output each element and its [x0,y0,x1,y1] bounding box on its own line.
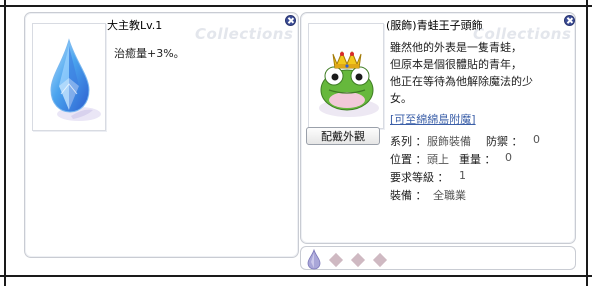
prop-weight-value: 0 [505,151,512,164]
prop-job-text: 全職業 [433,189,466,202]
item-image-box [308,23,384,129]
prop-job-value: 全職業 [433,187,466,203]
prop-level-label: 要求等級 ： [390,171,449,184]
prop-level-text: 1 [459,169,466,182]
item-description: 雖然他的外表是一隻青蛙， 但原本是個很體貼的青年， 他正在等待為他解除魔法的少 … [390,39,533,107]
skill-info-window: Collections 大主教Lv.1 治癒量+3%。 [24,12,299,258]
prop-location-value: 頭上 [427,151,449,167]
prop-type-value: 服飾裝備 [427,133,471,149]
frame-right-line [586,0,588,286]
slot-empty-icon[interactable] [350,252,366,268]
prop-location-label: 位置 ： [390,153,427,166]
description-line: 雖然他的外表是一隻青蛙， [390,41,522,54]
item-title: (服飾)青蛙王子頭飾 [386,19,483,32]
prop-job-label: 裝備 ： [390,189,427,202]
description-line: 女。 [390,92,412,105]
slot-empty-icon[interactable] [372,252,388,268]
prop-type-label: 系列 ： [390,135,427,148]
close-icon[interactable] [564,15,575,26]
description-line: 但原本是個很體貼的青年， [390,58,522,71]
slot-empty-icon[interactable] [328,252,344,268]
frame-bottom-line [0,275,592,277]
item-info-window: Collections (服飾)青蛙王子頭飾 雖然他的外表是一隻青蛙， 但原本是… [300,12,576,244]
prop-type-text: 服飾裝備 [427,135,471,148]
frame-top-line [0,5,592,7]
frog-prince-headgear-icon [319,50,379,117]
skill-description: 治癒量+3%。 [114,47,185,60]
enchant-location-link[interactable]: [可至綿綿島附魔] [390,111,476,127]
skill-title: 大主教Lv.1 [107,19,163,32]
preview-costume-button[interactable]: 配戴外觀 [306,127,380,145]
prop-level-value: 1 [459,169,466,182]
close-icon[interactable] [285,15,296,26]
card-slot-bar [300,246,576,270]
crystal-teardrop-icon [50,38,101,121]
prop-weight-text: 0 [505,151,512,164]
prop-defense-text: 0 [533,133,540,146]
prop-location-text: 頭上 [427,153,449,166]
prop-weight-label: 重量 ： [459,153,496,166]
skill-image-box [32,23,106,131]
frame-left-line [4,0,6,286]
slot-crystal-icon[interactable] [305,248,323,270]
prop-defense-label: 防禦 ： [486,135,523,148]
prop-defense-value: 0 [533,133,540,146]
watermark-text: Collections [195,25,294,43]
description-line: 他正在等待為他解除魔法的少 [390,75,533,88]
